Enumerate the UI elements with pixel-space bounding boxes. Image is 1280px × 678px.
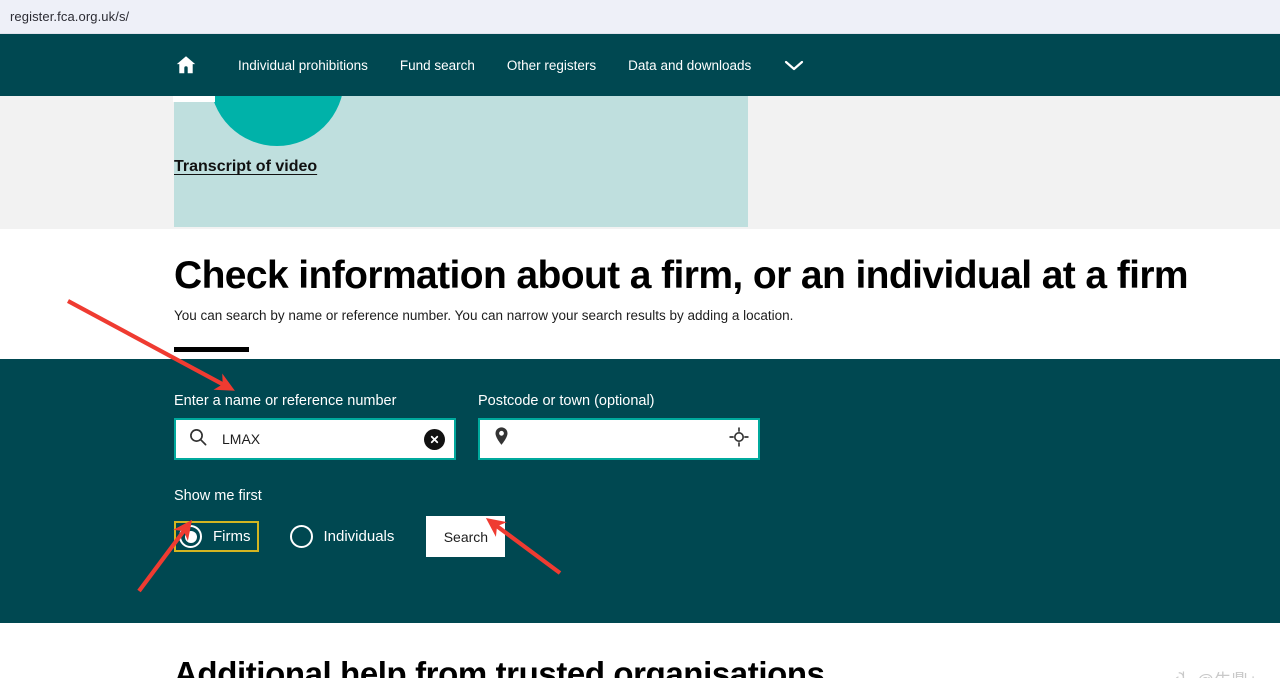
- url-text: register.fca.org.uk/s/: [10, 9, 130, 24]
- watermark: @牛鼎+: [1173, 666, 1258, 678]
- radio-firms-label: Firms: [213, 528, 251, 545]
- home-icon[interactable]: [174, 53, 198, 77]
- search-fields-row: Enter a name or reference number Postcod…: [174, 393, 1280, 460]
- radio-firms-dot: [184, 530, 197, 543]
- page-subtitle: You can search by name or reference numb…: [174, 308, 794, 324]
- nav-item-individual-prohibitions[interactable]: Individual prohibitions: [238, 58, 368, 73]
- chevron-down-icon[interactable]: [783, 58, 805, 72]
- watermark-text: @牛鼎+: [1197, 666, 1258, 678]
- transcript-of-video-link[interactable]: Transcript of video: [174, 158, 317, 176]
- nav-item-other-registers[interactable]: Other registers: [507, 58, 596, 73]
- radio-individuals-icon: [289, 525, 313, 548]
- radio-option-individuals[interactable]: Individuals: [285, 521, 403, 552]
- radio-option-firms[interactable]: Firms: [174, 521, 259, 552]
- page-title: Check information about a firm, or an in…: [174, 254, 1189, 297]
- show-me-first-label: Show me first: [174, 488, 262, 504]
- main-navigation: Individual prohibitions Fund search Othe…: [0, 34, 1280, 96]
- search-panel: Enter a name or reference number Postcod…: [0, 359, 1280, 623]
- show-me-first-radio-group: Firms Individuals Search: [174, 516, 1280, 557]
- additional-help-title: Additional help from trusted organisatio…: [174, 655, 825, 678]
- browser-url-bar[interactable]: register.fca.org.uk/s/: [0, 0, 1280, 34]
- nav-item-fund-search[interactable]: Fund search: [400, 58, 475, 73]
- crosshair-icon[interactable]: [729, 426, 749, 452]
- video-section: Transcript of video: [0, 58, 1280, 229]
- nav-items: Individual prohibitions Fund search Othe…: [238, 58, 805, 73]
- location-pin-icon: [492, 426, 511, 452]
- search-submit-button[interactable]: Search: [426, 516, 506, 557]
- title-underline-rule: [174, 347, 249, 353]
- name-field-group: Enter a name or reference number: [174, 393, 456, 460]
- postcode-input[interactable]: [525, 431, 729, 447]
- search-input[interactable]: [222, 431, 424, 447]
- postcode-field-group: Postcode or town (optional): [478, 393, 760, 460]
- nav-item-data-and-downloads[interactable]: Data and downloads: [628, 58, 751, 73]
- postcode-field-label: Postcode or town (optional): [478, 393, 655, 409]
- watermark-logo-icon: [1175, 671, 1184, 678]
- additional-help-section: Additional help from trusted organisatio…: [0, 623, 1280, 678]
- hero-section: Check information about a firm, or an in…: [0, 229, 1280, 359]
- search-icon: [188, 427, 208, 452]
- postcode-input-box[interactable]: [478, 418, 760, 460]
- clear-icon[interactable]: [424, 428, 445, 450]
- radio-firms-icon: [179, 525, 202, 548]
- name-input-box[interactable]: [174, 418, 456, 460]
- name-field-label: Enter a name or reference number: [174, 393, 397, 409]
- radio-individuals-label: Individuals: [323, 528, 395, 545]
